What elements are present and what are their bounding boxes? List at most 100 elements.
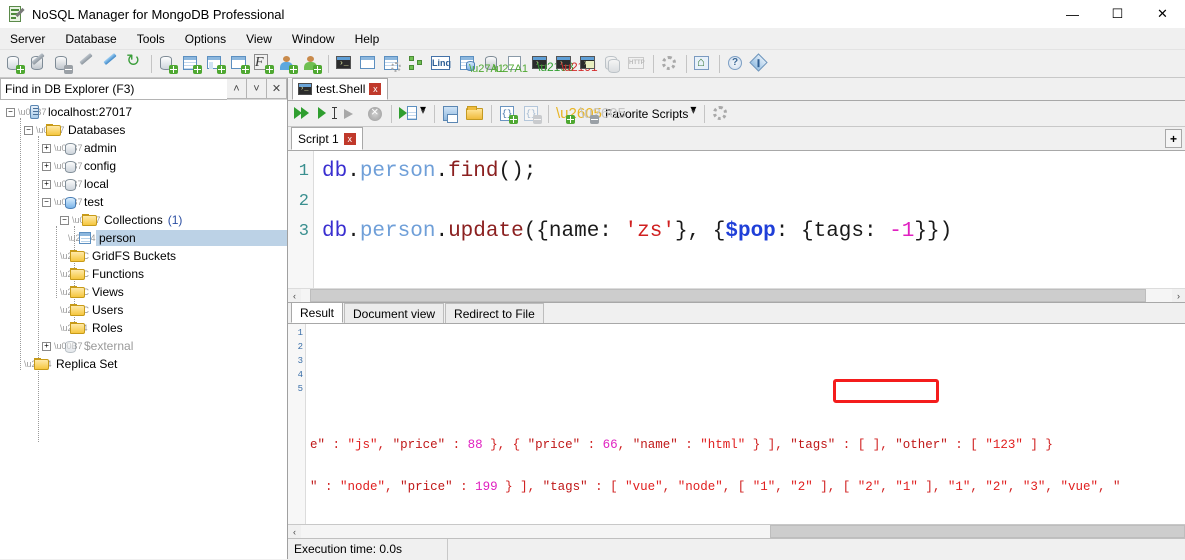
connect-icon[interactable]: [75, 52, 99, 76]
script-tab-close-icon[interactable]: x: [343, 132, 356, 145]
editor-hscroll-track[interactable]: [301, 289, 1172, 302]
script-toolbar: ▾ {} {} \u2605 \u2605 Favorite Scripts ▾: [288, 101, 1185, 127]
new-script-icon[interactable]: {}: [496, 102, 520, 126]
tree-item-databases[interactable]: − \u00B7 Databases: [0, 121, 287, 139]
tree-item-functions[interactable]: \u251C Functions: [0, 265, 287, 283]
maximize-button[interactable]: ☐: [1095, 0, 1140, 28]
favorite-scripts-caret-icon[interactable]: ▾: [690, 102, 700, 126]
tab-script-1[interactable]: Script 1 x: [291, 127, 363, 150]
scroll-left-icon[interactable]: ‹: [288, 289, 301, 302]
tab-redirect-to-file[interactable]: Redirect to File: [445, 303, 544, 323]
chevron-down-icon[interactable]: ˅: [247, 78, 267, 99]
menu-database[interactable]: Database: [55, 29, 126, 49]
edit-connection-icon[interactable]: [27, 52, 51, 76]
minimize-button[interactable]: —: [1050, 0, 1095, 28]
scroll-left-icon[interactable]: ‹: [288, 525, 301, 538]
shell-log-icon[interactable]: [577, 52, 601, 76]
new-database-icon[interactable]: [156, 52, 180, 76]
new-collection-icon[interactable]: [180, 52, 204, 76]
editor-hscrollbar[interactable]: ‹ ›: [288, 288, 1185, 302]
gear-icon[interactable]: [709, 102, 733, 126]
result-body[interactable]: 1 2 3 4 5 e" : "js", "price" : 88 }, { "…: [288, 324, 1185, 524]
run-statement-icon[interactable]: [315, 102, 339, 126]
expander-databases[interactable]: −: [24, 125, 33, 135]
tree-item-gridfs-buckets[interactable]: \u251C GridFS Buckets: [0, 247, 287, 265]
add-script-tab-button[interactable]: +: [1165, 129, 1182, 148]
tree-item-replica-set[interactable]: \u2514 Replica Set: [0, 355, 287, 373]
new-connection-icon[interactable]: [3, 52, 27, 76]
result-hscroll-track[interactable]: [301, 525, 1185, 538]
menu-options[interactable]: Options: [175, 29, 236, 49]
refresh-icon[interactable]: [123, 51, 147, 76]
stop-icon[interactable]: [363, 102, 387, 126]
editor-hscroll-thumb[interactable]: [309, 289, 1146, 302]
import-icon[interactable]: \u2193: [529, 52, 574, 76]
step-icon[interactable]: [339, 102, 363, 126]
tree-item-users[interactable]: \u251C Users: [0, 301, 287, 319]
new-role-icon[interactable]: [300, 52, 324, 76]
tree-item-views[interactable]: \u251C Views: [0, 283, 287, 301]
close-icon[interactable]: ✕: [267, 78, 287, 99]
tree-item-collections[interactable]: − \u00B7 Collections (1): [0, 211, 287, 229]
run-mode-icon[interactable]: [396, 102, 420, 126]
tree-item-test[interactable]: − \u00B7 test: [0, 193, 287, 211]
menu-help[interactable]: Help: [345, 29, 390, 49]
tree-item-roles[interactable]: \u2514 Roles: [0, 319, 287, 337]
tree-view-icon[interactable]: [405, 52, 429, 76]
properties-window-icon[interactable]: [381, 52, 405, 76]
tree-item-admin[interactable]: + \u00B7 admin: [0, 139, 287, 157]
shell-window-icon[interactable]: [333, 52, 357, 76]
new-function-icon[interactable]: F: [252, 52, 276, 76]
menu-server[interactable]: Server: [0, 29, 55, 49]
scroll-right-icon[interactable]: ›: [1172, 289, 1185, 302]
help-icon[interactable]: ?: [724, 52, 748, 76]
remove-favorite-icon[interactable]: \u2605: [577, 102, 626, 126]
save-icon[interactable]: [439, 102, 463, 126]
find-input[interactable]: Find in DB Explorer (F3): [0, 78, 227, 100]
export-icon[interactable]: \u2191: [553, 52, 598, 76]
expander-localhost[interactable]: −: [6, 107, 15, 117]
menu-window[interactable]: Window: [282, 29, 345, 49]
new-view-icon[interactable]: [204, 52, 228, 76]
expander-config[interactable]: +: [42, 161, 51, 171]
tree-item-local[interactable]: + \u00B7 local: [0, 175, 287, 193]
menu-tools[interactable]: Tools: [127, 29, 175, 49]
expander-collections[interactable]: −: [60, 215, 69, 225]
expander-test[interactable]: −: [42, 197, 51, 207]
tree-item-config[interactable]: + \u00B7 config: [0, 157, 287, 175]
code-editor[interactable]: 1 2 3 db.person.find(); db.person.update…: [288, 151, 1185, 288]
delete-connection-icon[interactable]: [51, 52, 75, 76]
code-token: :: [445, 438, 468, 452]
editor-content[interactable]: db.person.find(); db.person.update({name…: [314, 151, 1185, 288]
expander-admin[interactable]: +: [42, 143, 51, 153]
tab-result[interactable]: Result: [291, 302, 344, 323]
blank-window-icon[interactable]: [357, 52, 381, 76]
expander-external[interactable]: +: [42, 341, 51, 351]
disconnect-icon[interactable]: [99, 52, 123, 76]
menu-view[interactable]: View: [236, 29, 282, 49]
shell-icon: [298, 83, 312, 95]
add-favorite-icon[interactable]: \u2605: [553, 102, 602, 126]
about-icon[interactable]: [748, 52, 772, 76]
result-hscroll-thumb[interactable]: [769, 525, 1185, 538]
gear-icon[interactable]: [658, 52, 682, 76]
tab-document-view[interactable]: Document view: [344, 303, 445, 323]
run-all-icon[interactable]: [291, 102, 315, 126]
chevron-up-icon[interactable]: ˄: [227, 78, 247, 99]
new-window-icon[interactable]: [228, 52, 252, 76]
new-user-icon[interactable]: [276, 52, 300, 76]
close-button[interactable]: ✕: [1140, 0, 1185, 28]
open-folder-icon[interactable]: [463, 102, 487, 126]
result-content[interactable]: e" : "js", "price" : 88 }, { "price" : 6…: [306, 324, 1185, 524]
tab-test-shell[interactable]: test.Shell x: [292, 78, 389, 100]
tree-item-localhost[interactable]: − \u00B7 localhost:27017: [0, 103, 287, 121]
tree-item-external[interactable]: + \u00B7 $external: [0, 337, 287, 355]
expander-local[interactable]: +: [42, 179, 51, 189]
export-document-icon[interactable]: \u27A1: [493, 52, 529, 76]
home-icon[interactable]: [691, 52, 715, 76]
tree-item-person[interactable]: \u2514 person: [0, 229, 287, 247]
result-hscrollbar[interactable]: ‹: [288, 524, 1185, 538]
run-mode-caret-icon[interactable]: ▾: [420, 102, 430, 126]
tab-close-icon[interactable]: x: [369, 83, 382, 95]
linq-query-icon[interactable]: Linq: [429, 52, 457, 76]
